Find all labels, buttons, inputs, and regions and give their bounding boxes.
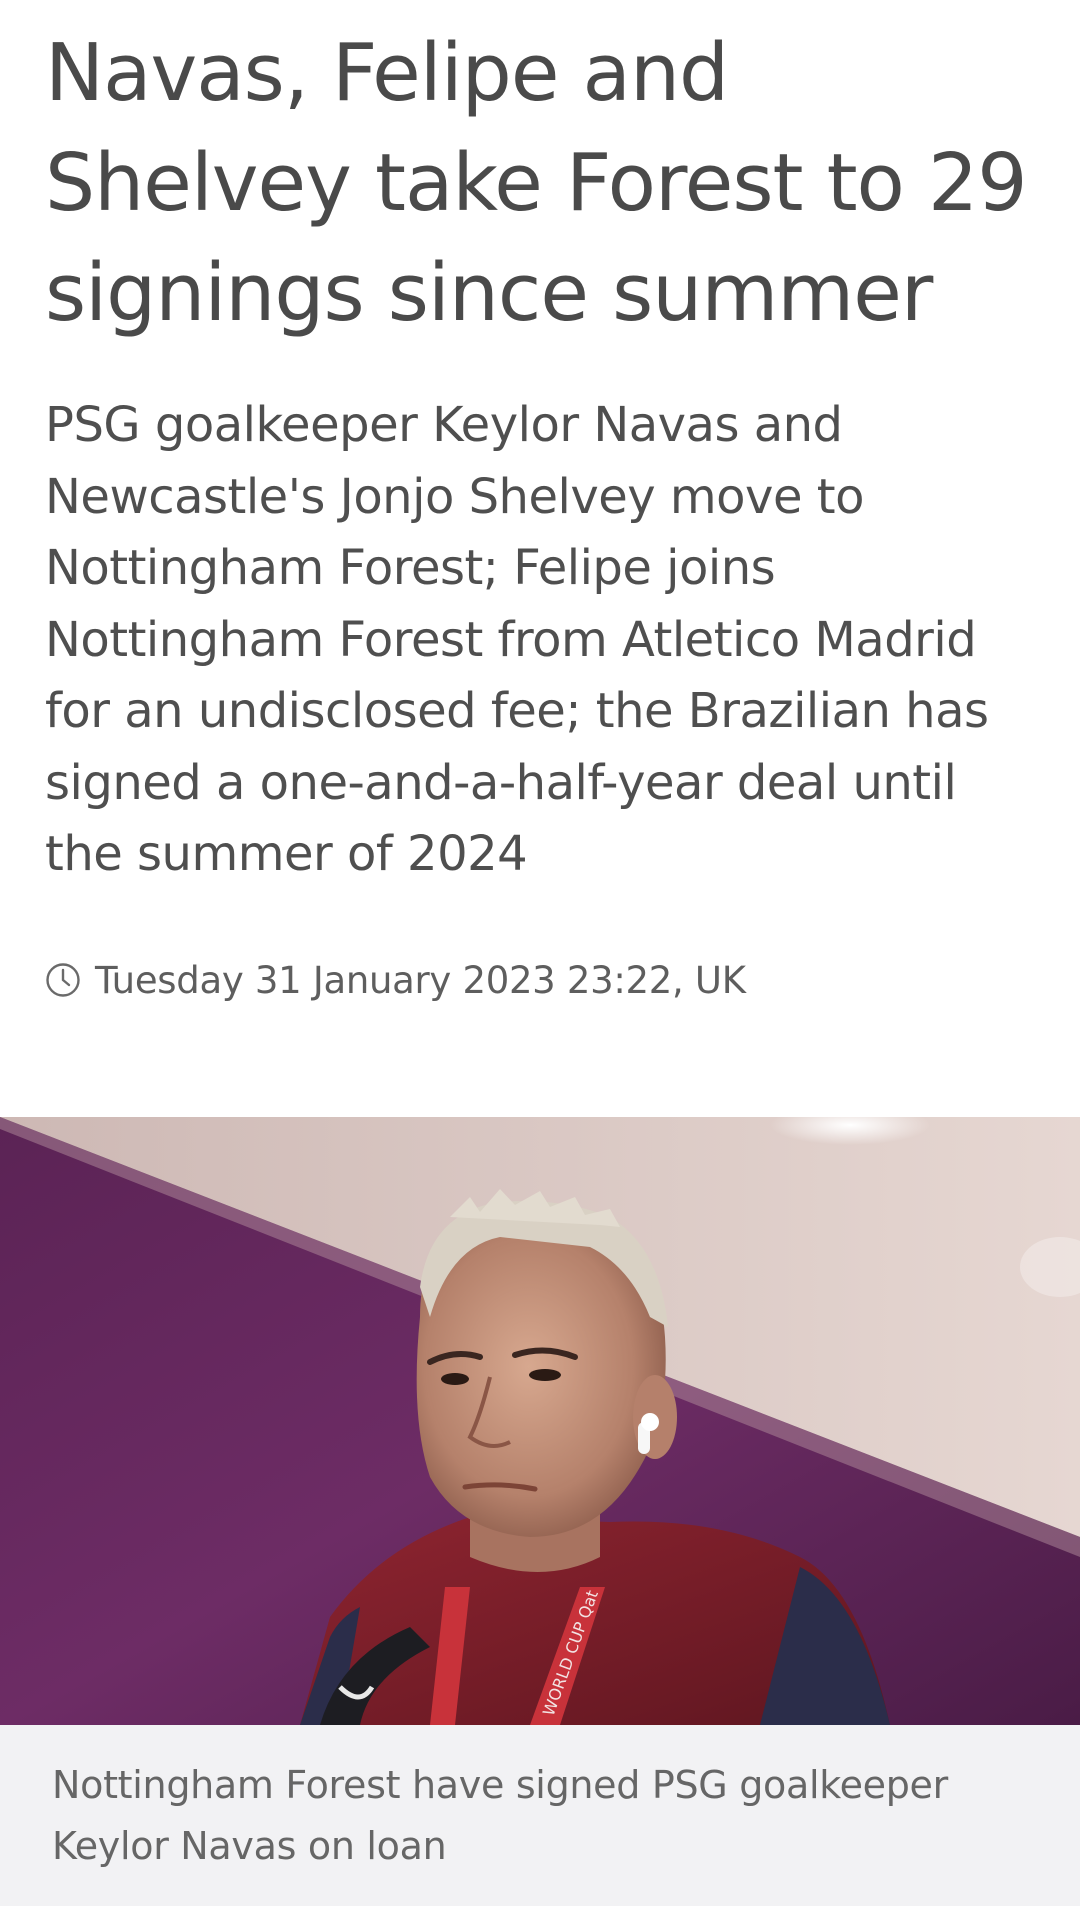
image-caption: Nottingham Forest have signed PSG goalke… [52, 1763, 948, 1868]
article-image[interactable]: WORLD CUP Qat [0, 1117, 1080, 1725]
article: Navas, Felipe and Shelvey take Forest to… [0, 0, 1080, 1906]
article-standfirst: PSG goalkeeper Keylor Navas and Newcastl… [45, 397, 989, 882]
article-timestamp: Tuesday 31 January 2023 23:22, UK [45, 950, 746, 1010]
timestamp-text: Tuesday 31 January 2023 23:22, UK [95, 958, 746, 1002]
image-caption-box: Nottingham Forest have signed PSG goalke… [0, 1725, 1080, 1906]
article-headline: Navas, Felipe and Shelvey take Forest to… [45, 27, 1028, 339]
clock-icon [45, 962, 81, 998]
